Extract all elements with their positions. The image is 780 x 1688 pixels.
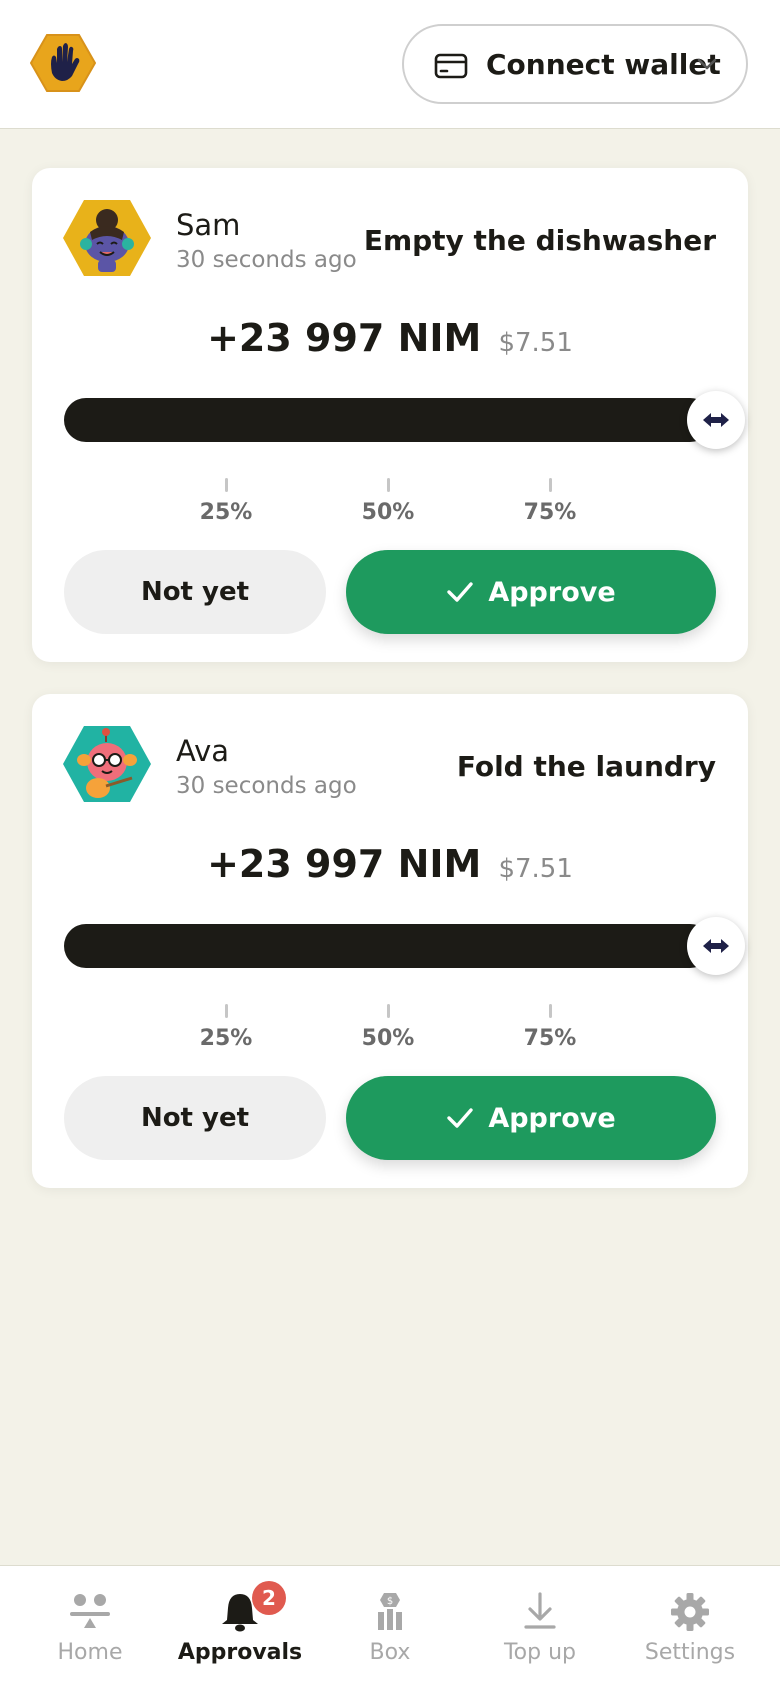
reward-slider[interactable] bbox=[64, 391, 745, 449]
nav-settings-label: Settings bbox=[644, 1640, 736, 1665]
approve-label: Approve bbox=[488, 576, 616, 608]
reward-amount: +23 997 NIM bbox=[207, 316, 482, 360]
reward-fiat-value: $7.51 bbox=[498, 328, 573, 358]
not-yet-button[interactable]: Not yet bbox=[64, 1076, 326, 1160]
arrows-horizontal-icon bbox=[703, 413, 729, 427]
svg-text:$: $ bbox=[387, 1596, 393, 1607]
connect-wallet-button[interactable]: Connect wallet bbox=[402, 24, 748, 104]
nav-home-label: Home bbox=[57, 1640, 123, 1665]
reward-amount-row: +23 997 NIM $7.51 bbox=[32, 316, 748, 366]
connect-wallet-label: Connect wallet bbox=[486, 48, 721, 81]
reward-amount: +23 997 NIM bbox=[207, 842, 482, 886]
nav-approvals-label: Approvals bbox=[177, 1640, 303, 1665]
check-icon bbox=[447, 1108, 474, 1128]
time-ago: 30 seconds ago bbox=[176, 247, 357, 273]
tick-25: 25% bbox=[186, 1004, 266, 1051]
approvals-count-badge: 2 bbox=[252, 1581, 286, 1615]
kid-avatar-sam bbox=[63, 200, 151, 276]
slider-fill bbox=[64, 924, 712, 968]
tick-75: 75% bbox=[510, 1004, 590, 1051]
home-icon bbox=[70, 1594, 110, 1628]
tick-75: 75% bbox=[510, 478, 590, 525]
nav-approvals[interactable]: Approvals bbox=[165, 1566, 315, 1688]
nav-top-up[interactable]: Top up bbox=[465, 1566, 615, 1688]
slider-fill bbox=[64, 398, 712, 442]
top-bar: Connect wallet bbox=[0, 0, 780, 129]
chevron-down-icon bbox=[697, 58, 717, 70]
nav-top-up-label: Top up bbox=[503, 1640, 577, 1665]
download-icon bbox=[524, 1592, 556, 1629]
check-icon bbox=[447, 582, 474, 602]
task-title: Fold the laundry bbox=[456, 750, 716, 783]
tick-50: 50% bbox=[348, 1004, 428, 1051]
approval-card: Sam 30 seconds ago Empty the dishwasher … bbox=[32, 168, 748, 662]
gear-icon bbox=[671, 1593, 709, 1631]
not-yet-button[interactable]: Not yet bbox=[64, 550, 326, 634]
wallet-card-icon bbox=[434, 53, 468, 79]
approve-button[interactable]: Approve bbox=[346, 1076, 716, 1160]
nav-box-label: Box bbox=[369, 1640, 411, 1665]
kid-avatar-ava bbox=[63, 726, 151, 802]
arrows-horizontal-icon bbox=[703, 939, 729, 953]
time-ago: 30 seconds ago bbox=[176, 773, 357, 799]
nav-home[interactable]: Home bbox=[15, 1566, 165, 1688]
reward-amount-row: +23 997 NIM $7.51 bbox=[32, 842, 748, 892]
reward-slider[interactable] bbox=[64, 917, 745, 975]
approve-label: Approve bbox=[488, 1102, 616, 1134]
task-title: Empty the dishwasher bbox=[363, 224, 716, 257]
approval-card: Ava 30 seconds ago Fold the laundry +23 … bbox=[32, 694, 748, 1188]
approve-button[interactable]: Approve bbox=[346, 550, 716, 634]
slider-handle[interactable] bbox=[687, 917, 745, 975]
kid-name: Sam bbox=[176, 208, 241, 242]
slider-handle[interactable] bbox=[687, 391, 745, 449]
bottom-nav: Home Approvals 2 $ Box Top up Settings bbox=[0, 1565, 780, 1688]
nav-settings[interactable]: Settings bbox=[615, 1566, 765, 1688]
tick-50: 50% bbox=[348, 478, 428, 525]
box-icon: $ bbox=[378, 1593, 402, 1630]
reward-fiat-value: $7.51 bbox=[498, 854, 573, 884]
tick-25: 25% bbox=[186, 478, 266, 525]
hand-logo-icon[interactable] bbox=[30, 33, 96, 93]
nav-box[interactable]: $ Box bbox=[315, 1566, 465, 1688]
kid-name: Ava bbox=[176, 734, 230, 768]
